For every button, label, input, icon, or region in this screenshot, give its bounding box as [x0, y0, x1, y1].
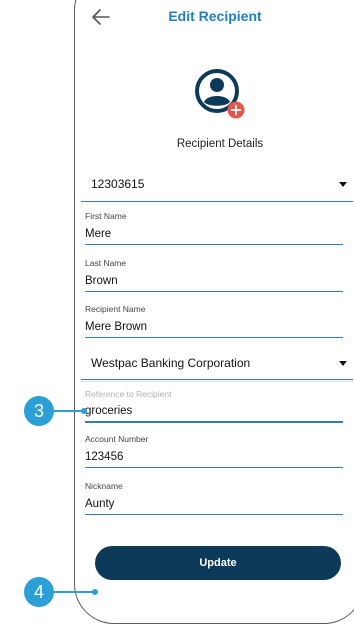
last-name-field: Last Name: [85, 258, 343, 298]
update-button[interactable]: Update: [95, 546, 341, 580]
bank-select[interactable]: Westpac Banking Corporation: [81, 349, 353, 380]
reference-label: Reference to Recipient: [85, 389, 172, 399]
callout-badge-3: 3: [24, 396, 54, 426]
bank-select-value: Westpac Banking Corporation: [91, 356, 251, 370]
nickname-field: Nickname: [85, 481, 343, 521]
avatar[interactable]: [193, 67, 249, 123]
callout-line-4: [54, 591, 96, 593]
account-number-label: Account Number: [85, 434, 149, 444]
callout-dot-4: [92, 588, 98, 595]
canvas: Edit Recipient Recipient Details 1230361…: [0, 0, 354, 630]
callout-badge-4: 4: [24, 577, 54, 607]
recipient-name-input[interactable]: [85, 318, 343, 338]
nickname-label: Nickname: [85, 481, 123, 491]
phone-frame: Edit Recipient Recipient Details 1230361…: [74, 0, 354, 624]
callout-dot-3: [81, 407, 87, 414]
section-label: Recipient Details: [176, 138, 264, 150]
last-name-input[interactable]: [85, 272, 343, 292]
chevron-down-icon: [339, 361, 347, 366]
chevron-down-icon: [339, 182, 347, 187]
nickname-input[interactable]: [85, 495, 343, 515]
first-name-label: First Name: [85, 211, 127, 221]
account-number-input[interactable]: [85, 448, 343, 468]
account-select[interactable]: 12303615: [81, 171, 353, 202]
screen: Edit Recipient Recipient Details 1230361…: [75, 1, 354, 623]
reference-field: Reference to Recipient: [85, 389, 343, 429]
reference-input[interactable]: [85, 403, 343, 423]
recipient-name-field: Recipient Name: [85, 304, 343, 344]
divider: [81, 381, 353, 382]
last-name-label: Last Name: [85, 258, 127, 268]
plus-badge-icon[interactable]: [227, 101, 245, 119]
first-name-field: First Name: [85, 211, 343, 251]
recipient-name-label: Recipient Name: [85, 304, 146, 314]
callout-line-3: [54, 410, 84, 412]
first-name-input[interactable]: [85, 225, 343, 245]
account-number-field: Account Number: [85, 434, 343, 474]
top-bar: Edit Recipient: [75, 1, 354, 35]
account-select-value: 12303615: [91, 177, 145, 191]
page-title: Edit Recipient: [168, 8, 262, 24]
